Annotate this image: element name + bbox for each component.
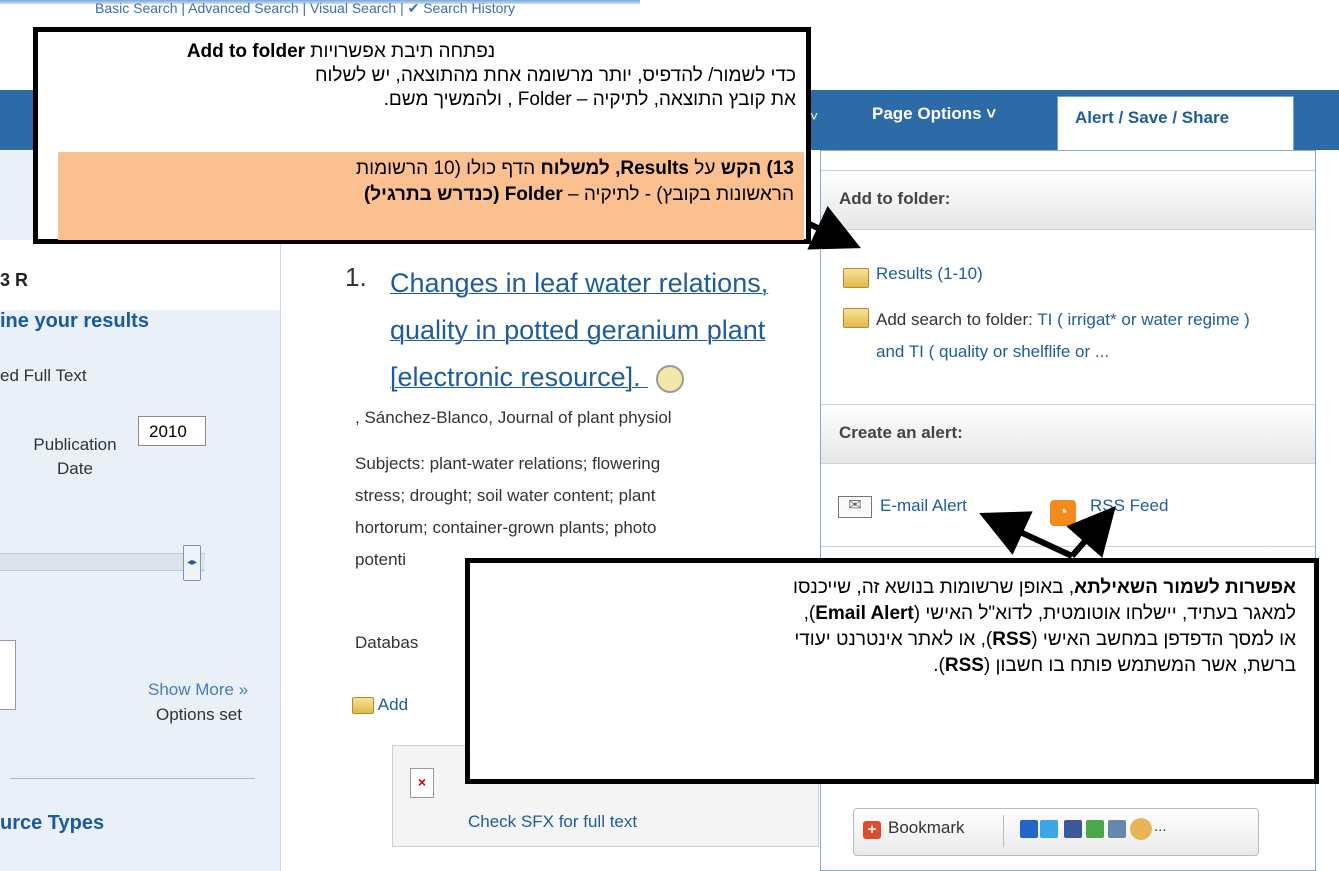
smiley-icon[interactable] (1130, 818, 1152, 840)
step-text: על (689, 158, 721, 179)
bookmark-plus-icon[interactable]: + (863, 821, 881, 839)
instruction-callout-top: נפתחה תיבת אפשרויות Add to folder כדי לש… (33, 27, 811, 244)
create-alert-section-header: Create an alert: (821, 404, 1315, 464)
step-text: הדף כולו (10 הרשומות (356, 158, 541, 179)
callout-top-line3: את קובץ התוצאה, לתיקיה – Folder , ולהמשי… (383, 89, 796, 110)
step-text: הראשונות בקובץ) - לתיקיה – (562, 184, 794, 205)
subjects-line: hortorum; container-grown plants; photo (355, 518, 657, 537)
options-input[interactable] (0, 640, 16, 710)
search-nav-links[interactable]: Basic Search | Advanced Search | Visual … (95, 0, 515, 17)
instruction-callout-bottom: אפשרות לשמור השאילתא, באופן שרשומות בנוש… (465, 558, 1319, 784)
sidebar-divider (10, 778, 255, 779)
book-icon[interactable] (1108, 820, 1126, 838)
result-subjects: Subjects: plant-water relations; floweri… (355, 448, 810, 576)
add-to-folder-section-header: Add to folder: (821, 170, 1315, 230)
top-strip: Basic Search | Advanced Search | Visual … (0, 0, 1339, 22)
publication-date-label: Publication Date (33, 435, 117, 478)
callout-text: ברשת, אשר המשתמש פותח בו חשבון ( (983, 655, 1296, 676)
google-icon[interactable] (1086, 820, 1104, 838)
envelope-icon[interactable]: ✉ (838, 496, 872, 518)
more-share-icon[interactable]: ... (1154, 818, 1167, 835)
full-text-option[interactable]: ed Full Text (0, 366, 87, 386)
callout-bold: RSS (992, 629, 1032, 650)
show-more-link[interactable]: Show More » (148, 680, 248, 700)
callout-bottom-body: אפשרות לשמור השאילתא, באופן שרשומות בנוש… (486, 575, 1296, 679)
add-search-label: Add search to folder: (876, 310, 1038, 329)
sidebar-count-card (0, 240, 280, 310)
add-to-folder-heading: Add to folder: (839, 189, 951, 208)
subjects-line: Subjects: plant-water relations; floweri… (355, 454, 661, 473)
folder-icon (843, 308, 869, 328)
result-title-link[interactable]: Changes in leaf water relations, quality… (390, 260, 820, 401)
date-slider-handle[interactable]: ◂▸ (183, 545, 201, 581)
magnifier-preview-icon[interactable] (656, 364, 685, 393)
step-bold: Results, למשלוח (540, 158, 690, 179)
add-to-folder-link[interactable]: Add (352, 695, 408, 715)
result-title-line[interactable]: quality in potted geranium plant (390, 307, 820, 354)
tab-page-options[interactable]: Page Options ˅ (872, 104, 996, 124)
result-number: 1. (345, 262, 367, 292)
callout-text: למאגר בעתיד, יישלחו אוטומטית, לדוא"ל האי… (913, 603, 1296, 624)
callout-top-body: נפתחה תיבת אפשרויות Add to folder כדי לש… (66, 40, 796, 112)
bookmark-divider (1003, 815, 1004, 847)
callout-text: ), (803, 603, 816, 624)
refine-results-heading: ine your results (0, 310, 149, 332)
create-alert-heading: Create an alert: (839, 423, 963, 442)
source-types-heading: urce Types (0, 812, 105, 834)
date-slider-track[interactable] (0, 553, 205, 571)
callout-top-line1-bold: Add to folder (186, 41, 306, 62)
email-alert-link[interactable]: E-mail Alert (880, 496, 967, 516)
options-set-label: Options set (156, 705, 242, 724)
callout-top-line1: נפתחה תיבת אפשרויות (305, 41, 496, 62)
rss-feed-link[interactable]: RSS Feed (1090, 496, 1168, 516)
callout-text: , באופן שרשומות בנושא זה, שייכנסו (793, 577, 1075, 598)
folder-icon (352, 697, 374, 715)
results-1-10-link[interactable]: Results (1-10) (876, 264, 983, 284)
callout-top-step: 13) הקש על Results, למשלוח הדף כולו (10 … (58, 152, 804, 240)
check-sfx-link[interactable]: Check SFX for full text (468, 812, 637, 832)
callout-text: ). (933, 655, 945, 676)
rss-icon[interactable]: ◔ (1050, 500, 1076, 526)
add-search-to-folder[interactable]: Add search to folder: TI ( irrigat* or w… (876, 304, 1281, 368)
result-title-line[interactable]: [electronic resource]. (390, 362, 641, 392)
callout-text: ), או לאתר אינטרנט יעודי (794, 629, 993, 650)
year-input[interactable]: 2010 (138, 416, 206, 446)
result-author: , Sánchez-Blanco, Journal of plant physi… (355, 408, 672, 427)
callout-bold: אפשרות לשמור השאילתא (1074, 577, 1296, 598)
bookmark-label[interactable]: Bookmark (888, 818, 965, 838)
callout-bold: RSS (944, 655, 984, 676)
result-count: 3 R (0, 270, 29, 290)
subjects-line: stress; drought; soil water content; pla… (355, 486, 656, 505)
callout-top-line2: כדי לשמור/ להדפיס, יותר מרשומה אחת מהתוצ… (314, 65, 796, 86)
add-link-text[interactable]: Add (378, 695, 408, 714)
result-title-line[interactable]: Changes in leaf water relations, (390, 260, 820, 307)
database-label: Databas (355, 633, 419, 652)
tab-alert-save-share-label[interactable]: Alert / Save / Share (1075, 108, 1229, 128)
delicious-icon[interactable] (1020, 820, 1038, 838)
facebook-icon[interactable] (1064, 820, 1082, 838)
chevron-down-icon[interactable]: ˅ (810, 108, 818, 124)
broken-image-icon: × (410, 768, 434, 798)
twitter-icon[interactable] (1040, 820, 1058, 838)
step-number: 13) הקש (720, 158, 794, 179)
callout-bold: Email Alert (815, 603, 914, 624)
step-bold: Folder (כנדרש בתרגיל) (363, 184, 563, 205)
folder-icon (843, 268, 869, 288)
callout-text: או למסך הדפדפן במחשב האישי ( (1031, 629, 1296, 650)
